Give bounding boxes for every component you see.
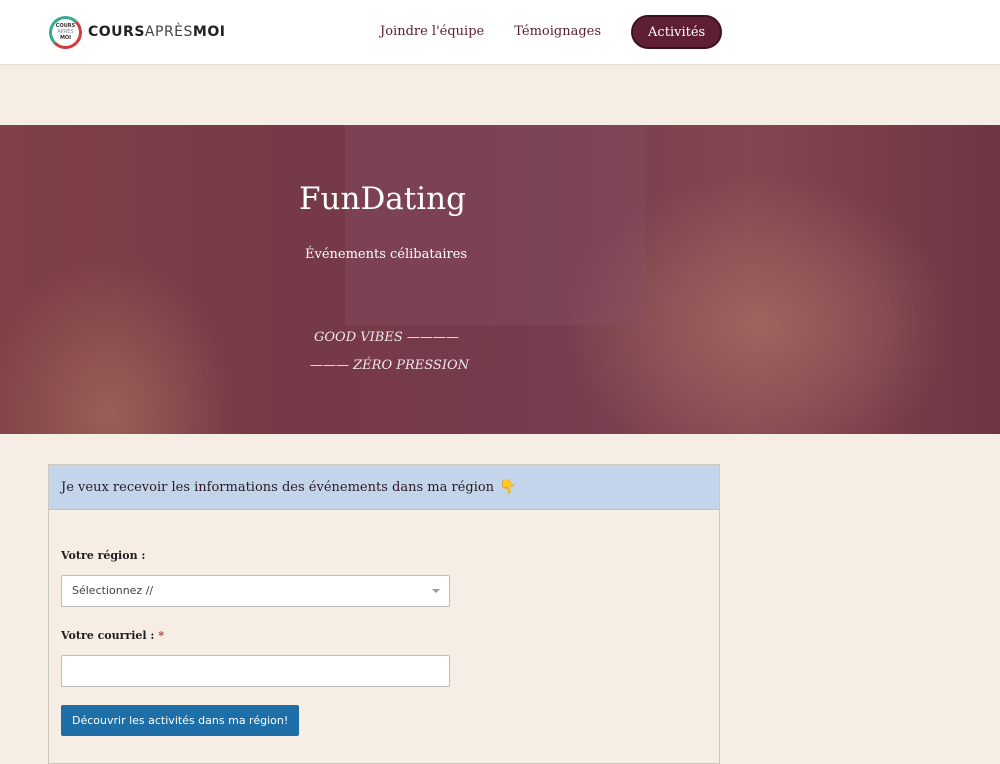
submit-button[interactable]: Découvrir les activités dans ma région! — [61, 705, 300, 736]
hero-subtitle: Événements célibataires — [305, 247, 468, 262]
nav-join-team[interactable]: Joindre l'équipe — [380, 15, 484, 49]
region-select[interactable]: Sélectionnez // — [61, 575, 450, 607]
hero-title: FunDating — [299, 181, 466, 217]
hero-tagline-1: GOOD VIBES ———— — [314, 330, 459, 345]
logo-word-1: COURS — [88, 24, 145, 40]
logo-badge: COURS APRÈS MOI — [49, 15, 82, 49]
logo-wordmark: COURSAPRÈSMOI — [88, 24, 225, 40]
signup-form-card: Je veux recevoir les informations des év… — [48, 464, 720, 764]
hero-banner: FunDating Événements célibataires GOOD V… — [0, 125, 1000, 434]
hero-tagline-2: ——— ZÉRO PRESSION — [310, 358, 470, 373]
required-mark: * — [158, 629, 165, 642]
email-label-text: Votre courriel : — [61, 629, 159, 642]
logo-badge-line-3: MOI — [59, 35, 72, 41]
form-heading-text: Je veux recevoir les informations des év… — [61, 479, 495, 495]
site-header: COURS APRÈS MOI COURSAPRÈSMOI Joindre l'… — [0, 0, 1000, 65]
form-heading: Je veux recevoir les informations des év… — [49, 465, 719, 510]
logo[interactable]: COURS APRÈS MOI COURSAPRÈSMOI — [49, 14, 225, 50]
region-label: Votre région : — [61, 549, 146, 562]
nav-testimonials[interactable]: Témoignages — [514, 15, 601, 49]
hero-overlay — [0, 125, 1000, 434]
email-field[interactable] — [61, 655, 450, 687]
logo-word-3: MOI — [192, 24, 226, 40]
logo-word-2: APRÈS — [144, 24, 193, 40]
nav-activities-button[interactable]: Activités — [631, 15, 723, 49]
main-nav: Joindre l'équipe Témoignages Activités — [380, 15, 723, 49]
email-label: Votre courriel : * — [61, 629, 164, 642]
pointing-down-icon: 👇 — [499, 479, 517, 495]
chevron-down-icon — [432, 589, 440, 593]
region-select-value: Sélectionnez // — [72, 584, 154, 597]
